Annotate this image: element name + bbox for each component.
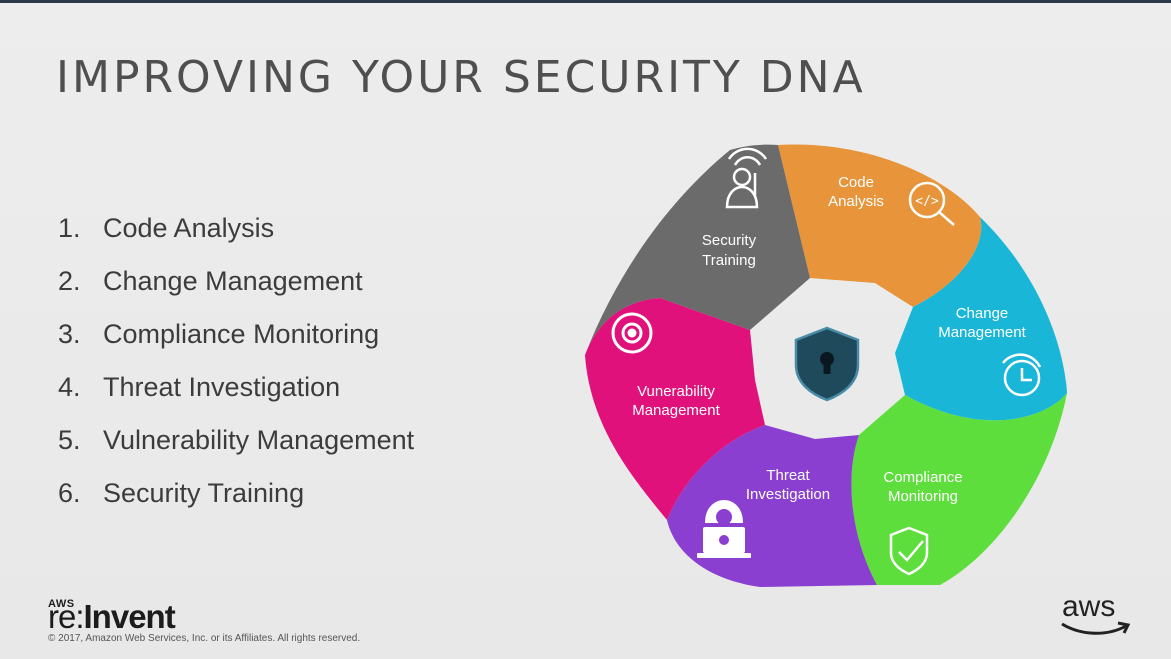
list-text: Vulnerability Management: [103, 425, 415, 455]
aws-smile-icon: [1061, 621, 1131, 635]
shield-lock-icon: [794, 326, 860, 402]
list-item: 4. Threat Investigation: [58, 361, 414, 414]
list-item: 2. Change Management: [58, 255, 414, 308]
segment-label: Investigation: [746, 486, 830, 503]
list-text: Threat Investigation: [103, 372, 341, 402]
segment-label: Monitoring: [888, 488, 958, 505]
segment-compliance-monitoring: [851, 393, 1067, 585]
list-item: 5. Vulnerability Management: [58, 414, 414, 467]
list-number: 3.: [58, 319, 81, 349]
segment-label: Threat: [766, 467, 810, 484]
list-number: 2.: [58, 266, 81, 296]
segment-label: Training: [702, 252, 756, 269]
segment-label: Management: [938, 324, 1026, 341]
segment-label: Security: [702, 232, 757, 249]
reinvent-invent: Invent: [83, 598, 176, 635]
reinvent-wordmark: re:Invent: [48, 598, 176, 635]
list-text: Code Analysis: [103, 213, 275, 243]
top-bar: [0, 0, 1171, 3]
list-item: 6. Security Training: [58, 467, 414, 520]
numbered-list: 1. Code Analysis 2. Change Management 3. Co…: [58, 202, 414, 520]
segment-label: Compliance: [883, 469, 962, 486]
aws-logo: aws: [1058, 590, 1133, 638]
svg-text:</>: </>: [915, 194, 939, 209]
list-item: 1. Code Analysis: [58, 202, 414, 255]
segment-label: Change: [956, 305, 1009, 322]
list-number: 4.: [58, 372, 81, 402]
list-number: 1.: [58, 213, 81, 243]
list-number: 5.: [58, 425, 81, 455]
segment-label: Analysis: [828, 193, 884, 210]
segment-label: Vunerability: [637, 383, 715, 400]
copyright-text: © 2017, Amazon Web Services, Inc. or its…: [48, 633, 361, 644]
reinvent-re: re:: [48, 598, 85, 635]
list-item: 3. Compliance Monitoring: [58, 308, 414, 361]
list-number: 6.: [58, 478, 81, 508]
segment-label: Code: [838, 174, 874, 191]
segment-label: Management: [632, 402, 720, 419]
aws-logo-text: aws: [1062, 590, 1116, 623]
slide: IMPROVING YOUR SECURITY DNA 1. Code Analy…: [0, 0, 1171, 659]
security-dna-cycle-diagram: </> Code Analysis Change Management Comp…: [585, 144, 1067, 587]
list-text: Change Management: [103, 266, 363, 296]
slide-title: IMPROVING YOUR SECURITY DNA: [56, 52, 866, 103]
list-text: Security Training: [103, 478, 305, 508]
list-text: Compliance Monitoring: [103, 319, 380, 349]
